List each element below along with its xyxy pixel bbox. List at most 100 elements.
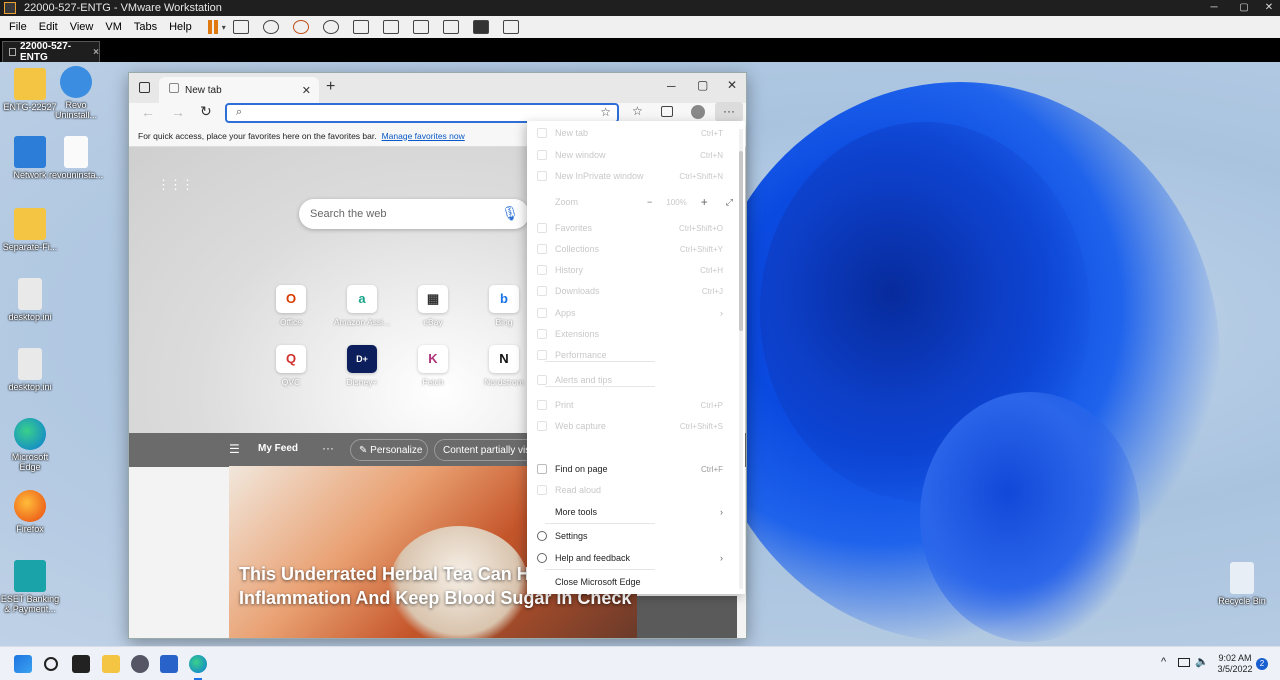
desktop-icon-revo[interactable]: Revo Uninstall...	[46, 66, 106, 120]
tile-amazon[interactable]: a Amazon Assi...	[332, 285, 392, 327]
snapshot-icon[interactable]	[262, 20, 279, 34]
menu-print[interactable]: Print Ctrl+P	[527, 395, 737, 415]
start-icon[interactable]	[14, 655, 32, 673]
task-view-icon[interactable]	[72, 655, 90, 673]
volume-icon[interactable]: 🔈	[1195, 655, 1209, 668]
search-icon[interactable]	[44, 657, 58, 671]
tile-qvc[interactable]: Q QVC	[261, 345, 321, 387]
address-bar[interactable]: ⌕ ☆	[225, 103, 619, 123]
chevron-up-icon[interactable]: ^	[1161, 656, 1166, 668]
microphone-icon[interactable]: 🎙	[501, 205, 519, 222]
menu-edit[interactable]: Edit	[33, 21, 64, 33]
menu-inprivate-window[interactable]: New InPrivate window Ctrl+Shift+N	[527, 166, 737, 186]
snapshot-manager-icon[interactable]	[322, 20, 339, 34]
minimize-icon[interactable]: ─	[1204, 0, 1224, 16]
desktop-icon-separate[interactable]: Separate-Fi...	[0, 208, 60, 252]
menu-settings[interactable]: Settings	[527, 526, 737, 546]
desktop-icon-desktopini-1[interactable]: desktop.ini	[0, 278, 60, 322]
notification-badge[interactable]: 2	[1256, 658, 1268, 670]
maximize-icon[interactable]: ▢	[1234, 0, 1254, 16]
menu-apps[interactable]: Apps ›	[527, 303, 737, 323]
menu-scrollbar-thumb[interactable]	[739, 151, 743, 331]
network-tray-icon[interactable]	[1178, 658, 1190, 667]
menu-history[interactable]: History Ctrl+H	[527, 260, 737, 280]
file-explorer-icon[interactable]	[102, 655, 120, 673]
settings-more-button[interactable]: ···	[715, 102, 743, 122]
clock[interactable]: 9:02 AM 3/5/2022	[1216, 653, 1254, 675]
menu-alerts-tips[interactable]: Alerts and tips	[527, 370, 737, 390]
zoom-out-icon[interactable]: −	[647, 197, 652, 207]
pause-icon[interactable]	[207, 20, 212, 34]
menu-help-feedback[interactable]: Help and feedback ›	[527, 548, 737, 568]
menu-close-edge[interactable]: Close Microsoft Edge	[527, 572, 737, 592]
menu-performance[interactable]: Performance	[527, 345, 737, 365]
back-arrow-icon[interactable]: ←	[141, 104, 155, 120]
web-search-box[interactable]: Search the web 🎙	[299, 199, 529, 229]
menu-view[interactable]: View	[64, 21, 100, 33]
settings-gear-icon[interactable]	[131, 655, 149, 673]
stretch-icon[interactable]	[502, 20, 519, 34]
desktop-icon-edge[interactable]: Microsoft Edge	[0, 418, 60, 472]
tab-new-tab[interactable]: New tab ✕	[159, 77, 319, 103]
favorite-star-icon[interactable]: ☆	[600, 105, 611, 119]
menu-web-capture[interactable]: Web capture Ctrl+Shift+S	[527, 416, 737, 436]
desktop-icon-eset[interactable]: ESET Banking & Payment...	[0, 560, 60, 614]
hamburger-menu-icon[interactable]: ☰	[229, 442, 240, 456]
menu-collections[interactable]: Collections Ctrl+Shift+Y	[527, 239, 737, 259]
menu-new-window[interactable]: New window Ctrl+N	[527, 145, 737, 165]
desktop-icon-revo-file[interactable]: revouninsta...	[46, 136, 106, 180]
app-launcher-icon[interactable]: ⋮⋮⋮	[157, 177, 194, 193]
thumbnail-bar-icon[interactable]	[382, 20, 399, 34]
menu-tabs[interactable]: Tabs	[128, 21, 163, 33]
revert-snapshot-icon[interactable]	[292, 20, 309, 34]
menu-more-tools[interactable]: More tools ›	[527, 502, 737, 522]
desktop-icon-desktopini-2[interactable]: desktop.ini	[0, 348, 60, 392]
console-icon[interactable]	[472, 20, 489, 34]
edge-close-icon[interactable]: ✕	[727, 78, 737, 92]
new-tab-plus-icon[interactable]: +	[326, 78, 335, 96]
tile-office[interactable]: O Office	[261, 285, 321, 327]
desktop-icon-firefox[interactable]: Firefox	[0, 490, 60, 534]
tile-nordstrom[interactable]: N Nordstrom	[474, 345, 534, 387]
edge-taskbar-icon[interactable]	[189, 655, 207, 673]
zoom-in-icon[interactable]: +	[701, 195, 708, 209]
menu-file[interactable]: File	[3, 21, 33, 33]
favorites-icon[interactable]: ☆	[632, 104, 643, 118]
menu-favorites[interactable]: Favorites Ctrl+Shift+O	[527, 218, 737, 238]
tile-bing[interactable]: b Bing	[474, 285, 534, 327]
manage-favorites-link[interactable]: Manage favorites now	[382, 131, 465, 141]
my-feed-label[interactable]: My Feed	[258, 443, 298, 454]
tile-fetch[interactable]: K Fetch	[403, 345, 463, 387]
send-keys-icon[interactable]	[232, 20, 249, 34]
store-icon[interactable]	[160, 655, 178, 673]
menu-vm[interactable]: VM	[99, 21, 128, 33]
forward-arrow-icon[interactable]: →	[171, 104, 185, 120]
menu-downloads[interactable]: Downloads Ctrl+J	[527, 281, 737, 301]
menu-find-on-page[interactable]: Find on page Ctrl+F	[527, 459, 737, 479]
chevron-down-icon[interactable]: ▾	[222, 23, 226, 32]
tile-ebay[interactable]: ▦ eBay	[403, 285, 463, 327]
fullscreen-expand-icon[interactable]: ⤢	[726, 197, 733, 208]
collections-icon[interactable]	[661, 106, 673, 117]
library-icon[interactable]	[352, 20, 369, 34]
tile-disney[interactable]: D+ Disney+	[332, 345, 392, 387]
tab-actions-icon[interactable]	[139, 82, 150, 93]
vm-tab-close-button[interactable]: ×	[93, 47, 99, 58]
refresh-icon[interactable]: ↻	[200, 103, 212, 120]
fullscreen-icon[interactable]	[412, 20, 429, 34]
menu-extensions[interactable]: Extensions	[527, 324, 737, 344]
desktop-icon-recycle-bin[interactable]: Recycle Bin	[1212, 562, 1272, 606]
vm-tab[interactable]: 22000-527-ENTG ×	[2, 41, 100, 63]
edge-minimize-icon[interactable]: ─	[667, 79, 676, 93]
feed-more-icon[interactable]: ···	[322, 441, 334, 455]
menu-new-tab[interactable]: New tab Ctrl+T	[527, 123, 737, 143]
content-visibility-button[interactable]: Content partially visi	[434, 439, 534, 461]
menu-help[interactable]: Help	[163, 21, 198, 33]
menu-read-aloud[interactable]: Read aloud	[527, 480, 737, 500]
close-icon[interactable]: ✕	[1259, 0, 1279, 16]
personalize-button[interactable]: ✎ Personalize	[350, 439, 428, 461]
profile-avatar[interactable]	[691, 105, 705, 119]
unity-icon[interactable]	[442, 20, 459, 34]
tab-close-icon[interactable]: ✕	[302, 84, 311, 97]
edge-maximize-icon[interactable]: ▢	[697, 78, 708, 92]
